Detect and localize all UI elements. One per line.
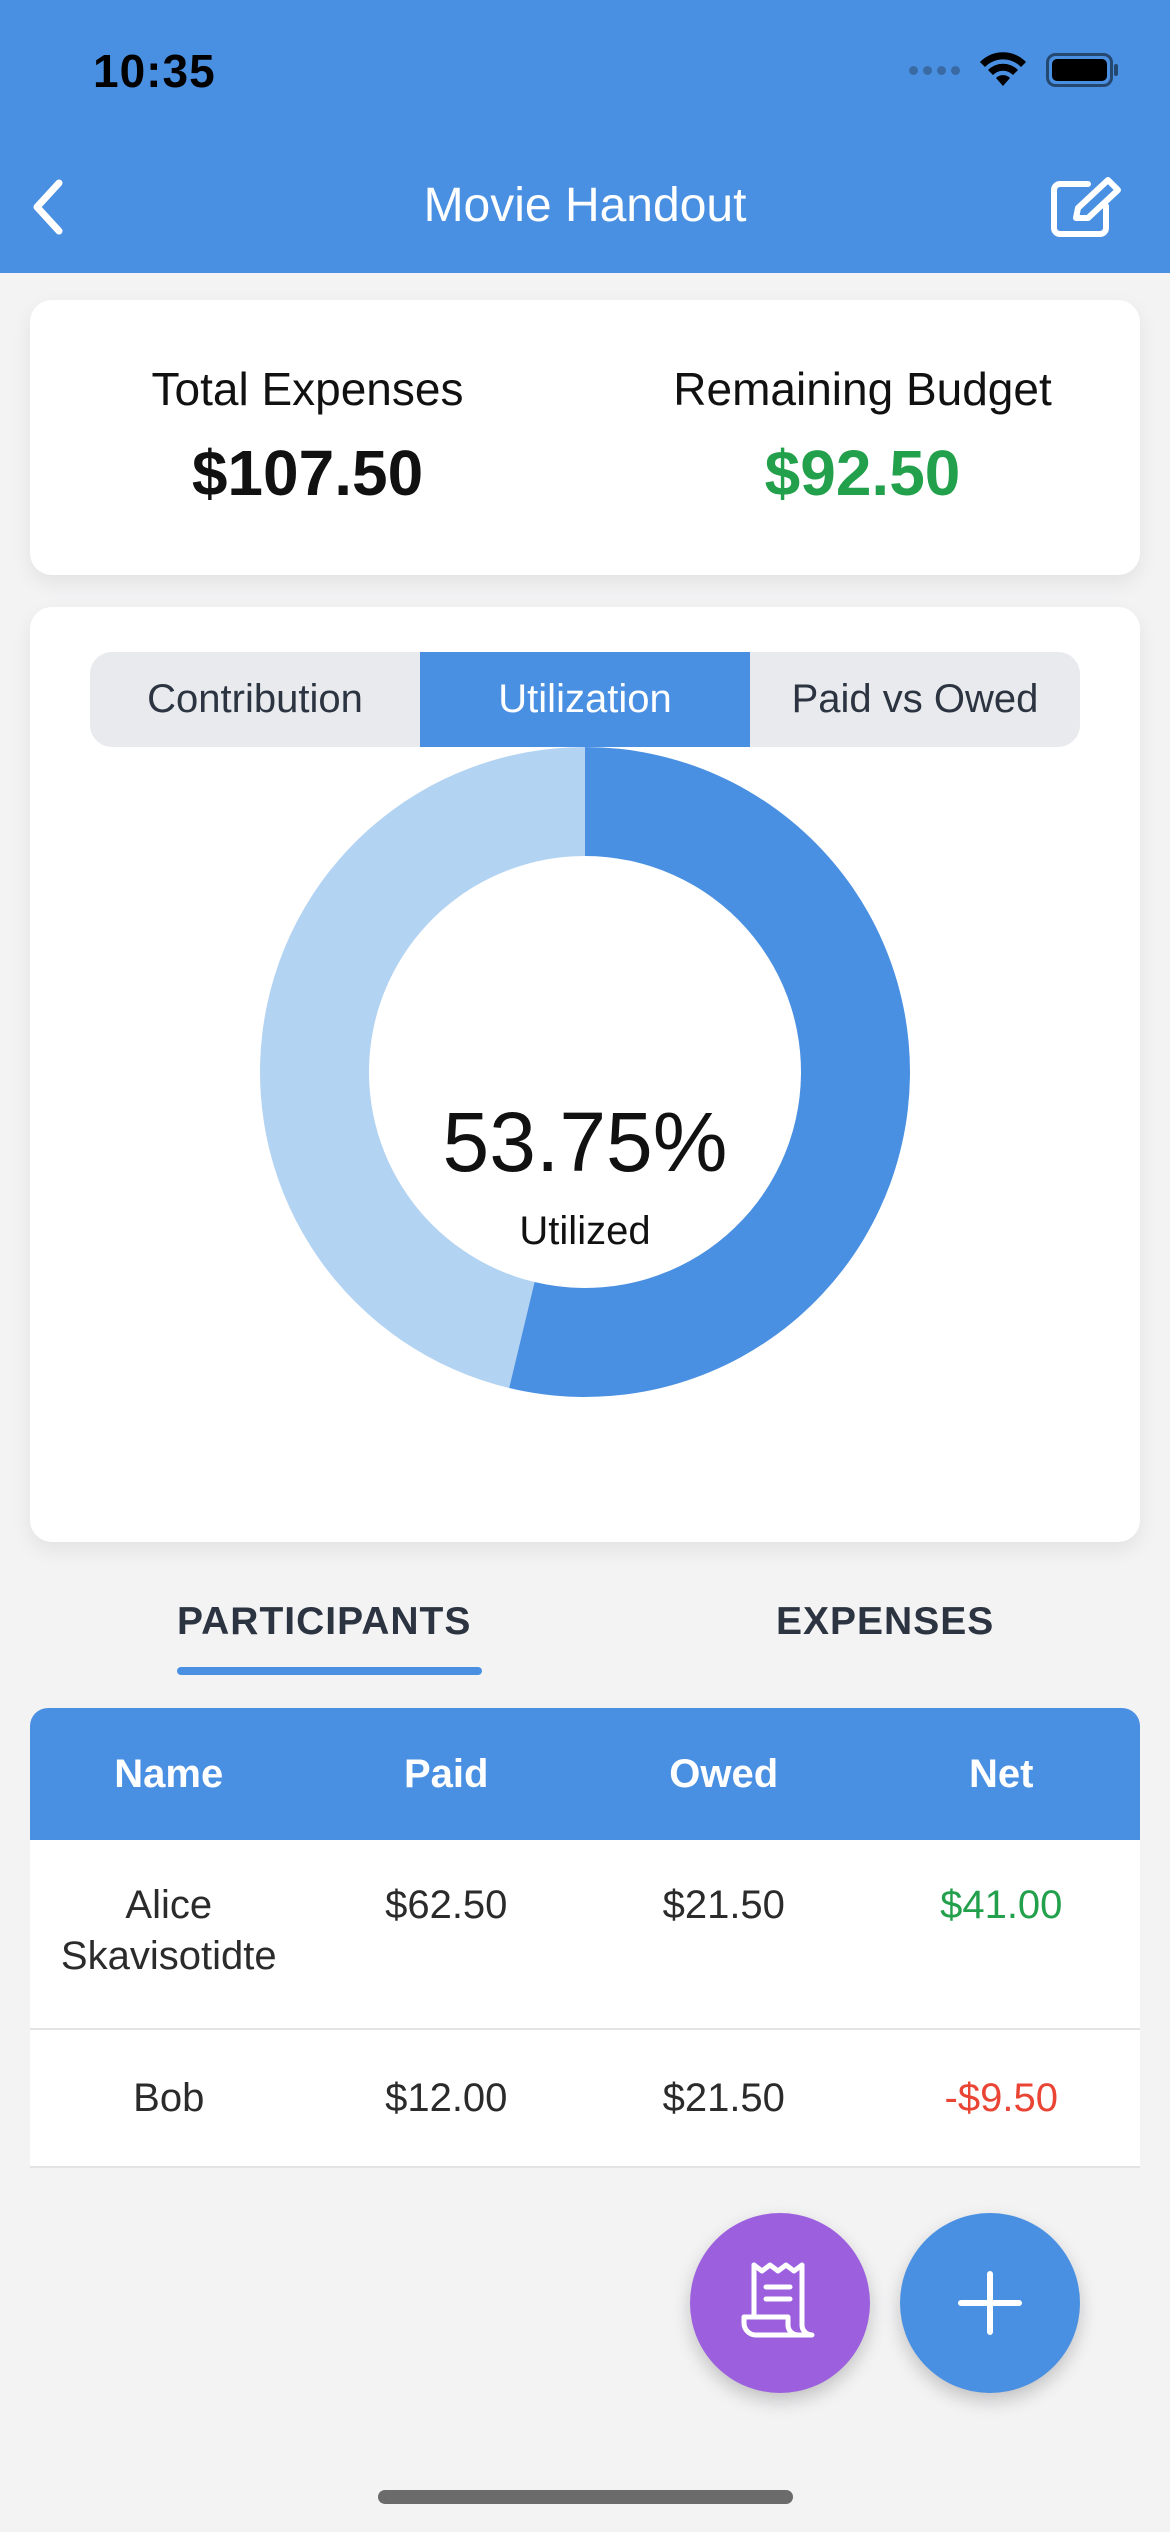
summary-card: Total Expenses $107.50 Remaining Budget … xyxy=(30,300,1140,575)
remaining-budget-value: $92.50 xyxy=(764,437,961,509)
header-net: Net xyxy=(969,1751,1034,1796)
add-button[interactable] xyxy=(900,2213,1080,2393)
header-owed: Owed xyxy=(669,1751,779,1796)
tab-expenses[interactable]: EXPENSES xyxy=(776,1600,994,1644)
app-header: 10:35 Movie Handout xyxy=(0,0,1170,273)
cell-owed: $21.50 xyxy=(662,2075,785,2120)
cell-net: $41.00 xyxy=(940,1883,1063,1927)
cell-paid: $62.50 xyxy=(385,1883,508,1927)
total-expenses-value: $107.50 xyxy=(191,437,424,509)
chart-card: Contribution Utilization Paid vs Owed 53… xyxy=(30,607,1140,1542)
tab-participants[interactable]: PARTICIPANTS xyxy=(177,1600,471,1644)
header-paid: Paid xyxy=(404,1751,489,1796)
battery-icon xyxy=(1046,53,1118,87)
cell-name: Alice Skavisotidte xyxy=(60,1883,277,1978)
status-icons xyxy=(909,52,1120,88)
edit-button[interactable] xyxy=(1046,170,1126,245)
signal-icon xyxy=(909,65,960,75)
total-expenses-label: Total Expenses xyxy=(151,363,464,415)
cell-name: Bob xyxy=(133,2075,205,2120)
tab-contribution[interactable]: Contribution xyxy=(90,652,420,747)
table-row[interactable]: Alice Skavisotidte $62.50 $21.50 $41.00 xyxy=(30,1840,1140,2030)
wifi-icon xyxy=(980,52,1026,86)
header-name: Name xyxy=(114,1751,224,1796)
cell-owed: $21.50 xyxy=(662,1883,785,1927)
cell-net: -$9.50 xyxy=(944,2075,1058,2120)
page-title: Movie Handout xyxy=(423,179,747,232)
participants-table: Name Paid Owed Net Alice Skavisotidte $6… xyxy=(30,1708,1140,2168)
total-expenses: Total Expenses $107.50 xyxy=(30,300,585,575)
tab-selected-indicator xyxy=(177,1667,482,1675)
status-time: 10:35 xyxy=(93,45,216,97)
table-header: Name Paid Owed Net xyxy=(30,1708,1140,1840)
donut-center-value: 53.75% xyxy=(443,1095,728,1189)
tab-utilization[interactable]: Utilization xyxy=(420,652,750,747)
home-indicator xyxy=(378,2490,793,2504)
remaining-budget: Remaining Budget $92.50 xyxy=(585,300,1140,575)
edit-icon xyxy=(1051,176,1121,237)
tab-paid-vs-owed[interactable]: Paid vs Owed xyxy=(750,652,1080,747)
receipt-icon xyxy=(741,2262,815,2338)
cell-paid: $12.00 xyxy=(385,2075,508,2120)
remaining-budget-label: Remaining Budget xyxy=(673,363,1052,415)
chart-segmented-control: Contribution Utilization Paid vs Owed xyxy=(90,652,1080,747)
section-tabs: PARTICIPANTS EXPENSES xyxy=(0,1590,1170,1680)
utilization-donut-chart: 53.75% Utilized xyxy=(259,747,910,1397)
donut-center-label: Utilized xyxy=(519,1209,650,1253)
plus-icon xyxy=(958,2271,1022,2335)
receipt-button[interactable] xyxy=(690,2213,870,2393)
table-row[interactable]: Bob $12.00 $21.50 -$9.50 xyxy=(30,2030,1140,2168)
